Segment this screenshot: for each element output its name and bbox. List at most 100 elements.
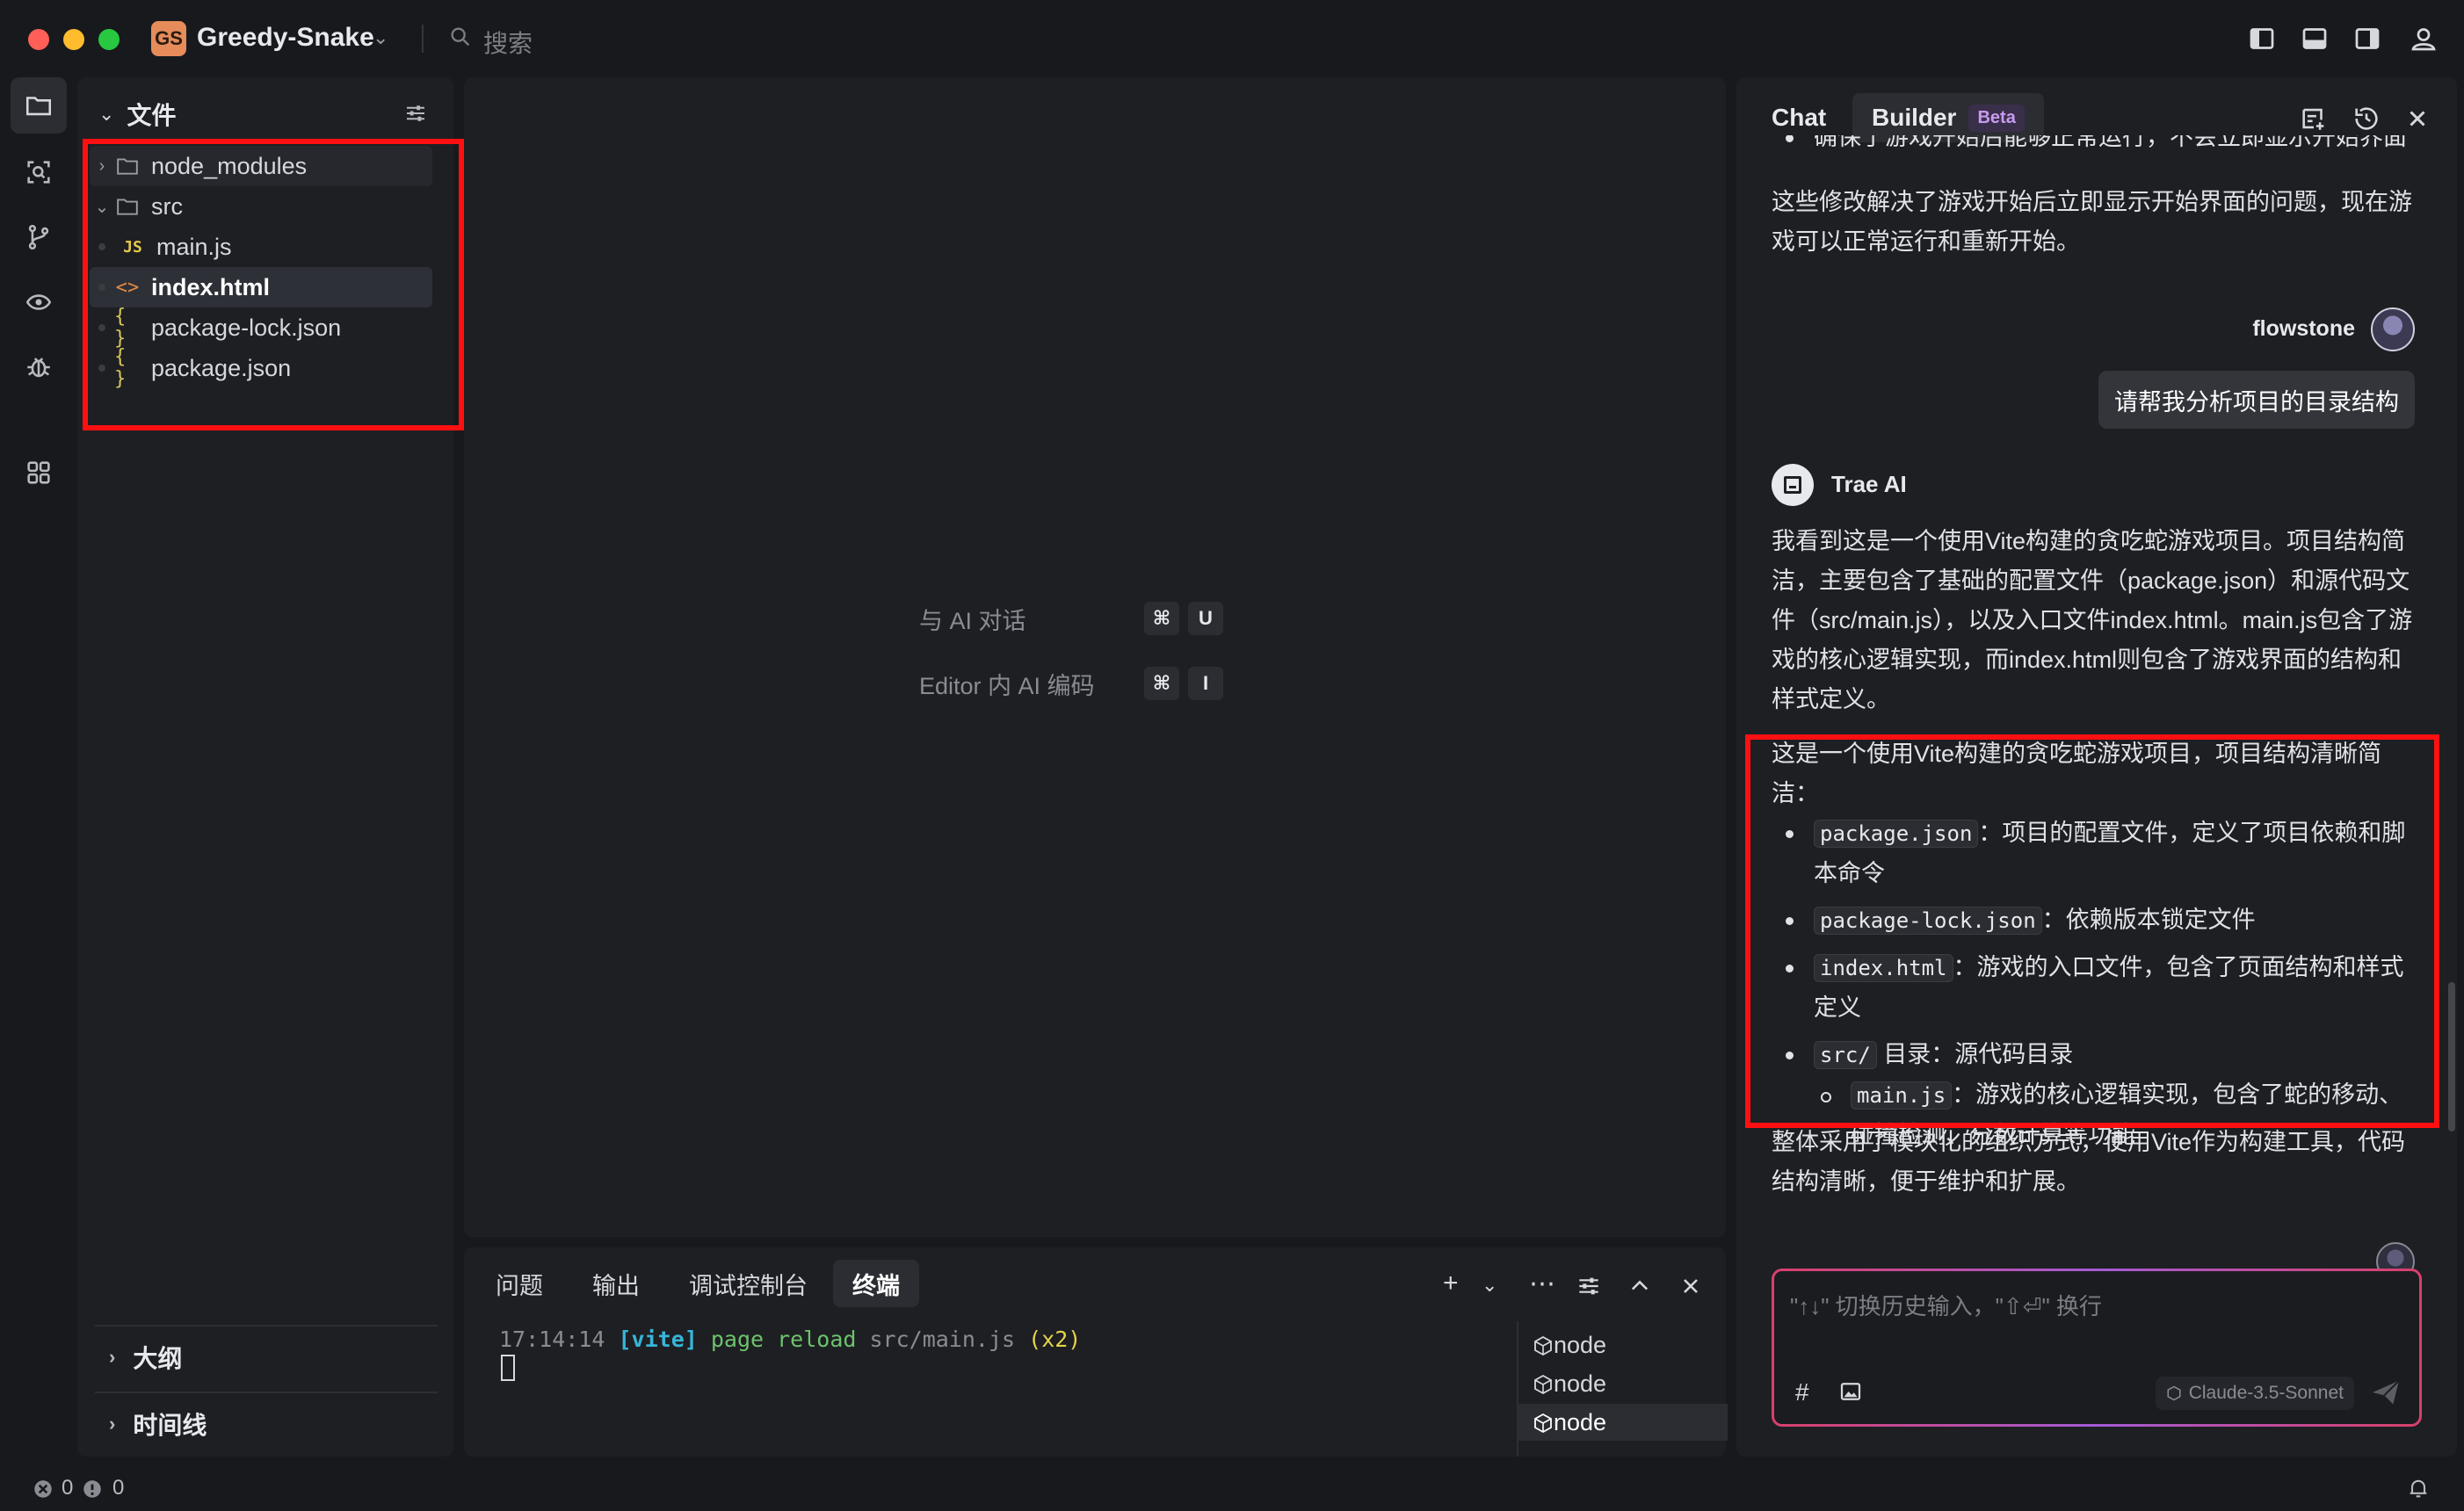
git-branch-icon (28, 224, 49, 250)
term-path: src/main.js (869, 1327, 1016, 1352)
activity-bar (0, 77, 77, 1465)
tab-debug-console[interactable]: 调试控制台 (670, 1260, 827, 1307)
error-icon[interactable] (32, 1478, 54, 1500)
tree-indent (90, 324, 114, 331)
source-control-activity-button[interactable] (11, 209, 67, 265)
outline-section[interactable]: › 大纲 (95, 1325, 438, 1388)
tree-dot (98, 365, 105, 372)
tree-item-label: main.js (156, 233, 232, 260)
terminal-instance-2[interactable]: node (1518, 1365, 1728, 1402)
tab-problems[interactable]: 问题 (476, 1260, 562, 1307)
structure-heading: 这是一个使用Vite构建的贪吃蛇游戏项目，项目结构清晰简洁： (1772, 741, 2382, 806)
close-icon[interactable] (2404, 105, 2431, 132)
tree-item-label: node_modules (151, 152, 308, 179)
account-icon[interactable] (2408, 23, 2439, 54)
warning-count[interactable]: 0 (112, 1476, 124, 1500)
tab-chat-label: Chat (1772, 104, 1827, 131)
explorer-title: 文件 (127, 102, 177, 129)
term-msg: page reload (710, 1327, 857, 1352)
more-icon[interactable]: ⋯ (1529, 1269, 1555, 1299)
tree-item-package-json[interactable]: { } package.json (90, 346, 432, 390)
editor-area[interactable]: 与 AI 对话 ⌘ U Editor 内 AI 编码 ⌘ I (464, 77, 1726, 1237)
search-input[interactable]: 搜索 (483, 25, 533, 60)
maximize-panel-icon[interactable] (1627, 1274, 1652, 1298)
warning-icon[interactable] (81, 1478, 104, 1500)
filter-settings-icon[interactable] (402, 100, 429, 127)
bottom-panel: 问题 输出 调试控制台 终端 + ⌄ ⋯ 17:14:14 [vite] pag… (464, 1247, 1728, 1457)
terminal-instance-3[interactable]: node (1518, 1404, 1728, 1441)
notification-bell-icon[interactable] (2406, 1476, 2431, 1500)
shortcut-inline-ai: Editor 内 AI 编码 ⌘ I (919, 666, 1288, 701)
chevron-down-icon[interactable]: ⌄ (1482, 1274, 1497, 1297)
toggle-panel-icon[interactable] (2299, 23, 2330, 54)
tree-item-main-js[interactable]: JS main.js (90, 227, 432, 267)
outline-title: 大纲 (133, 1345, 183, 1372)
list-item: index.html ：游戏的入口文件，包含了页面结构和样式定义 (1772, 948, 2422, 1028)
chat-input-box[interactable]: "↑↓" 切换历史输入，"⇧⏎" 换行 # Claude-3.5-Sonnet (1772, 1269, 2422, 1427)
chevron-down-icon[interactable]: ⌄ (98, 103, 114, 126)
model-selector[interactable]: Claude-3.5-Sonnet (2155, 1377, 2354, 1410)
remote-activity-button[interactable] (11, 274, 67, 330)
new-chat-icon[interactable] (2299, 104, 2329, 134)
term-time: 17:14:14 (499, 1327, 605, 1352)
project-badge[interactable]: GS (151, 21, 186, 56)
user-name: flowstone (2252, 316, 2355, 341)
terminal-name: node (1554, 1408, 1607, 1435)
window-minimize-button[interactable] (63, 29, 84, 50)
hash-context-icon[interactable]: # (1795, 1378, 1809, 1406)
close-panel-icon[interactable] (1678, 1274, 1703, 1298)
debug-activity-button[interactable] (11, 339, 67, 395)
terminal-cursor[interactable] (501, 1355, 515, 1381)
extensions-activity-button[interactable] (11, 445, 67, 501)
node-icon (1534, 1335, 1552, 1356)
send-icon[interactable] (2368, 1375, 2403, 1410)
project-name[interactable]: Greedy-Snake (197, 23, 374, 53)
tab-output[interactable]: 输出 (573, 1260, 659, 1307)
tree-item-index-html[interactable]: <> index.html (90, 267, 432, 307)
shortcut-label: 与 AI 对话 (919, 607, 1026, 634)
folder-icon (114, 156, 141, 176)
explorer-header[interactable]: ⌄ 文件 (98, 97, 436, 132)
terminal-output-line: 17:14:14 [vite] page reload src/main.js … (499, 1327, 1081, 1352)
search-activity-button[interactable] (11, 144, 67, 200)
error-count[interactable]: 0 (62, 1476, 73, 1500)
timeline-title: 时间线 (133, 1412, 207, 1439)
chevron-right-icon: › (98, 155, 105, 176)
explorer-activity-button[interactable] (11, 77, 67, 134)
add-terminal-icon[interactable]: + (1443, 1269, 1459, 1298)
json-file-icon: { } (114, 306, 127, 350)
chat-message-previous: 这些修改解决了游戏开始后立即显示开始界面的问题，现在游戏可以正常运行和重新开始。 (1772, 189, 2412, 255)
shortcut-label: Editor 内 AI 编码 (919, 672, 1095, 699)
file-explorer: ⌄ 文件 › node_modules ⌄ src JS main.js <> … (77, 77, 453, 1457)
node-icon (1534, 1413, 1552, 1434)
toggle-sidebar-icon[interactable] (2246, 23, 2278, 54)
kbd-key: U (1188, 602, 1223, 635)
chat-scrollbar[interactable] (2448, 982, 2455, 1131)
tree-item-package-lock-json[interactable]: { } package-lock.json (90, 306, 432, 350)
ai-chat-panel: Chat Builder Beta 确保了游戏开始后能够正常运行，不会立即显示开始… (1736, 77, 2457, 1457)
chevron-down-icon[interactable]: ⌄ (373, 26, 388, 49)
window-close-button[interactable] (28, 29, 49, 50)
tree-item-node-modules[interactable]: › node_modules (90, 146, 432, 186)
window-zoom-button[interactable] (98, 29, 120, 50)
tab-builder-label: Builder (1872, 104, 1957, 131)
terminal-list: node node node (1517, 1321, 1728, 1457)
search-icon[interactable] (448, 25, 473, 49)
kbd-cmd: ⌘ (1144, 602, 1179, 635)
tree-item-src[interactable]: ⌄ src (90, 186, 432, 227)
panel-settings-icon[interactable] (1575, 1272, 1603, 1300)
list-item-text: 目录：源代码目录 (1876, 1041, 2074, 1067)
image-upload-icon[interactable] (1837, 1378, 1864, 1405)
chat-input-placeholder[interactable]: "↑↓" 切换历史输入，"⇧⏎" 换行 (1790, 1289, 2102, 1321)
inline-code: main.js (1851, 1081, 1953, 1110)
ai-structure-message: 这是一个使用Vite构建的贪吃蛇游戏项目，项目结构清晰简洁： package.j… (1772, 734, 2422, 1155)
chat-message-partial: 确保了游戏开始后能够正常运行，不会立即显示开始界面 (1772, 135, 2422, 162)
tab-terminal[interactable]: 终端 (833, 1260, 919, 1307)
history-icon[interactable] (2352, 104, 2381, 134)
toggle-aux-sidebar-icon[interactable] (2352, 23, 2383, 54)
timeline-section[interactable]: › 时间线 (95, 1392, 438, 1455)
terminal-instance-1[interactable]: node (1518, 1327, 1728, 1363)
ai-summary-message: 整体采用了模块化的组织方式，使用Vite作为构建工具，代码结构清晰，便于维护和扩… (1772, 1129, 2406, 1195)
tree-indent (90, 243, 114, 250)
tree-item-label: index.html (151, 273, 271, 300)
